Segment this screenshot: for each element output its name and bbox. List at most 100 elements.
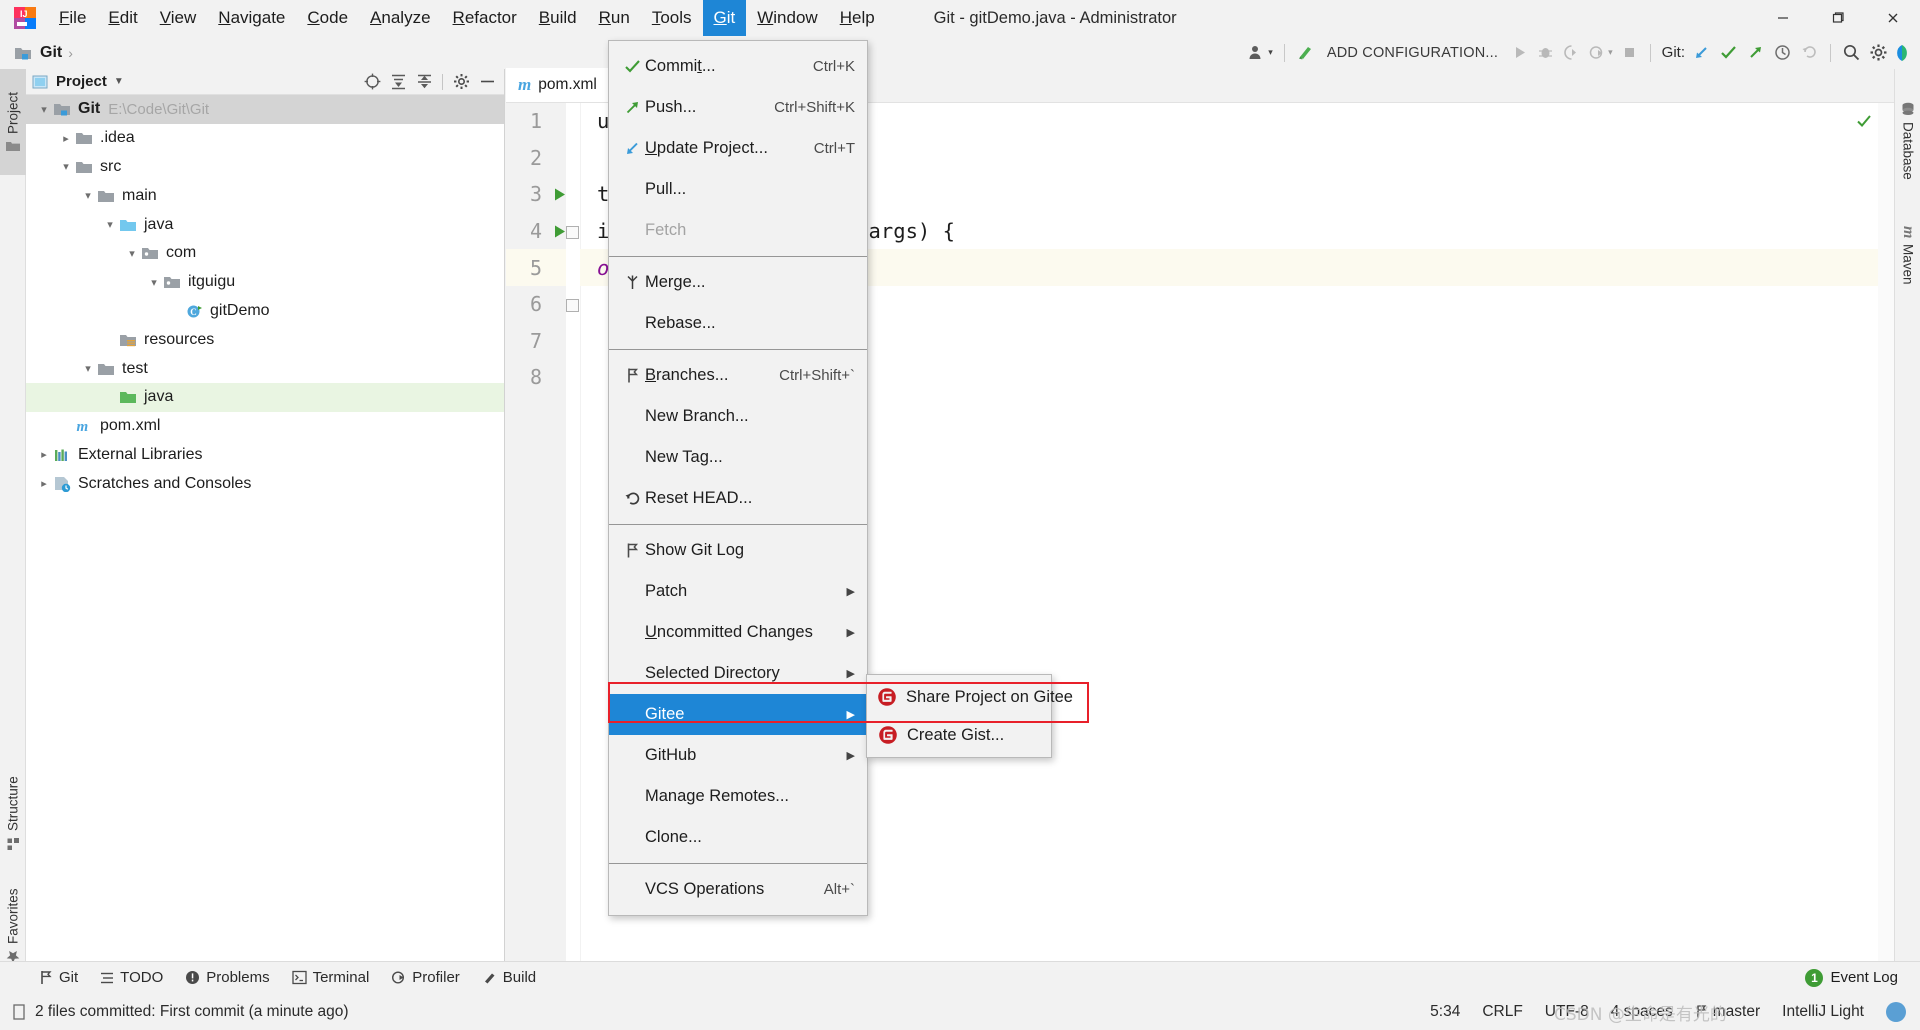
git-rollback-button[interactable] — [1796, 36, 1823, 69]
settings-gear-icon[interactable] — [1865, 36, 1892, 69]
tree-item-resources[interactable]: resources — [26, 325, 504, 354]
tool-window-terminal[interactable]: Terminal — [281, 962, 381, 994]
menu-view[interactable]: View — [149, 0, 208, 36]
gitee-submenu[interactable]: Share Project on Gitee Create Gist... — [866, 674, 1073, 758]
chevron-right-icon[interactable]: ▸ — [36, 448, 52, 461]
tool-tab-project[interactable]: Project — [0, 69, 26, 175]
maximize-button[interactable] — [1810, 0, 1865, 36]
menu-tools[interactable]: Tools — [641, 0, 703, 36]
menu-help[interactable]: Help — [829, 0, 886, 36]
menu-analyze[interactable]: Analyze — [359, 0, 441, 36]
panel-settings-gear-icon[interactable] — [450, 71, 472, 93]
tree-item-scratches-and-consoles[interactable]: ▸ Scratches and Consoles — [26, 469, 504, 498]
git-push-button[interactable] — [1742, 36, 1769, 69]
avatar[interactable] — [1886, 1001, 1906, 1022]
menu-file[interactable]: File — [48, 0, 97, 36]
git-menu-item-uncommitted-changes[interactable]: Uncommitted Changes ▶ — [609, 612, 867, 653]
caret-position[interactable]: 5:34 — [1430, 1003, 1460, 1021]
git-menu-item-github[interactable]: GitHub ▶ — [609, 735, 867, 776]
tree-item-gitdemo[interactable]: CgitDemo — [26, 297, 504, 326]
submenu-item-create-gist[interactable]: Create Gist... — [867, 716, 1051, 754]
stop-button[interactable] — [1617, 36, 1643, 69]
inspection-status-icon[interactable] — [1856, 113, 1872, 129]
tree-item-java[interactable]: java — [26, 382, 504, 412]
tool-window-build[interactable]: Build — [471, 962, 547, 994]
git-menu-item-reset-head[interactable]: Reset HEAD... — [609, 478, 867, 519]
expand-all-icon[interactable] — [387, 71, 409, 93]
theme-indicator[interactable]: IntelliJ Light — [1782, 1003, 1864, 1021]
git-branch-widget[interactable]: master — [1695, 1003, 1760, 1021]
git-commit-button[interactable] — [1715, 36, 1742, 69]
menu-edit[interactable]: Edit — [97, 0, 148, 36]
line-separator[interactable]: CRLF — [1482, 1003, 1522, 1021]
select-opened-file-icon[interactable] — [361, 71, 383, 93]
minimize-button[interactable] — [1755, 0, 1810, 36]
tool-window-todo[interactable]: TODO — [89, 962, 174, 994]
git-menu-item-new-tag[interactable]: New Tag... — [609, 437, 867, 478]
git-menu-item-update-project[interactable]: Update Project... Ctrl+T — [609, 128, 867, 169]
file-encoding[interactable]: UTF-8 — [1545, 1003, 1589, 1021]
chevron-down-icon[interactable]: ▾ — [36, 103, 52, 116]
tool-tab-database[interactable]: Database — [1895, 83, 1920, 199]
git-dropdown-menu[interactable]: Commit... Ctrl+K Push... Ctrl+Shift+K Update… — [608, 40, 868, 916]
close-button[interactable] — [1865, 0, 1920, 36]
indent-setting[interactable]: 4 spaces — [1611, 1003, 1673, 1021]
profile-button[interactable]: ▾ — [1584, 36, 1617, 69]
git-update-project-button[interactable] — [1688, 36, 1715, 69]
chevron-down-icon[interactable]: ▾ — [146, 276, 162, 289]
chevron-down-icon[interactable]: ▾ — [102, 218, 118, 231]
tool-tab-maven[interactable]: m Maven — [1895, 209, 1920, 301]
editor-scrollbar[interactable] — [1878, 103, 1894, 961]
git-menu-item-rebase[interactable]: Rebase... — [609, 303, 867, 344]
debug-button[interactable] — [1532, 36, 1558, 69]
fold-marker-1[interactable] — [566, 226, 579, 239]
tree-item-external-libraries[interactable]: ▸ External Libraries — [26, 441, 504, 470]
git-menu-item-manage-remotes[interactable]: Manage Remotes... — [609, 776, 867, 817]
tree-item-java[interactable]: ▾ java — [26, 210, 504, 239]
chevron-down-icon[interactable]: ▾ — [58, 160, 74, 173]
run-configuration-selector[interactable]: ADD CONFIGURATION... — [1319, 45, 1506, 61]
menu-refactor[interactable]: Refactor — [442, 0, 528, 36]
submenu-item-share-project-on-gitee[interactable]: Share Project on Gitee — [867, 678, 1073, 716]
fold-marker-2[interactable] — [566, 299, 579, 312]
build-project-button[interactable] — [1292, 36, 1319, 69]
hide-panel-icon[interactable] — [476, 71, 498, 93]
chevron-right-icon[interactable]: ▸ — [58, 132, 74, 145]
ide-assistant-icon[interactable] — [1892, 36, 1920, 69]
tree-item-src[interactable]: ▾ src — [26, 153, 504, 182]
chevron-down-icon[interactable]: ▾ — [80, 189, 96, 202]
tree-item-main[interactable]: ▾ main — [26, 181, 504, 210]
menu-navigate[interactable]: Navigate — [207, 0, 296, 36]
breadcrumb[interactable]: Git › — [14, 44, 79, 62]
run-button[interactable] — [1506, 36, 1532, 69]
user-account-button[interactable]: ▾ — [1244, 36, 1277, 69]
git-menu-item-new-branch[interactable]: New Branch... — [609, 396, 867, 437]
chevron-down-icon[interactable]: ▼ — [114, 76, 124, 87]
git-menu-item-merge[interactable]: Merge... — [609, 262, 867, 303]
run-with-coverage-button[interactable] — [1558, 36, 1584, 69]
git-menu-item-push[interactable]: Push... Ctrl+Shift+K — [609, 87, 867, 128]
tool-window-git[interactable]: Git — [28, 962, 89, 994]
menu-git[interactable]: Git — [702, 0, 747, 36]
tool-window-problems[interactable]: Problems — [174, 962, 280, 994]
git-menu-item-selected-directory[interactable]: Selected Directory ▶ — [609, 653, 867, 694]
git-menu-item-branches[interactable]: Branches... Ctrl+Shift+` — [609, 355, 867, 396]
git-menu-item-clone[interactable]: Clone... — [609, 817, 867, 858]
tree-item-pom-xml[interactable]: m pom.xml — [26, 412, 504, 441]
tool-tab-structure[interactable]: Structure — [0, 759, 26, 867]
code-folding-bar[interactable] — [566, 103, 580, 961]
search-everywhere-icon[interactable] — [1838, 36, 1865, 69]
git-menu-item-vcs-operations[interactable]: VCS Operations Alt+` — [609, 869, 867, 910]
collapse-all-icon[interactable] — [413, 71, 435, 93]
project-tree[interactable]: ▾ Git E:\Code\Git\Git ▸ .idea ▾ src ▾ main ▾ java ▾… — [26, 95, 504, 498]
git-menu-item-gitee[interactable]: Gitee ▶ — [609, 694, 867, 735]
event-log-button[interactable]: 1 Event Log — [1805, 968, 1920, 987]
chevron-down-icon[interactable]: ▾ — [124, 247, 140, 260]
tree-item-idea[interactable]: ▸ .idea — [26, 124, 504, 153]
editor-tab-pom-xml[interactable]: m pom.xml — [506, 68, 609, 102]
tree-item-git[interactable]: ▾ Git E:\Code\Git\Git — [26, 95, 504, 124]
tree-item-itguigu[interactable]: ▾ itguigu — [26, 268, 504, 297]
git-menu-item-show-git-log[interactable]: Show Git Log — [609, 530, 867, 571]
git-menu-item-commit[interactable]: Commit... Ctrl+K — [609, 46, 867, 87]
git-menu-item-pull[interactable]: Pull... — [609, 169, 867, 210]
